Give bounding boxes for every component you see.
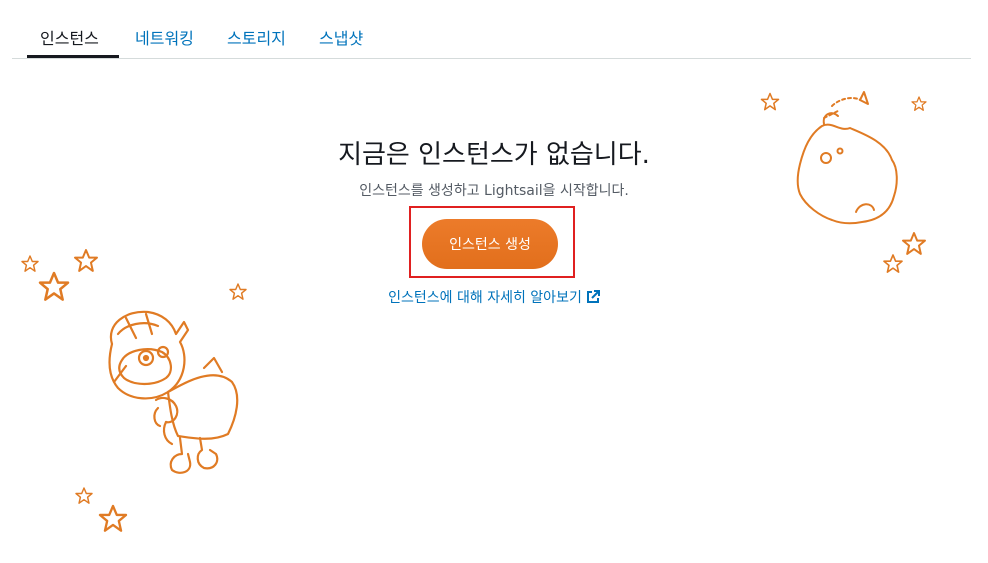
- astronaut-illustration: [108, 310, 239, 474]
